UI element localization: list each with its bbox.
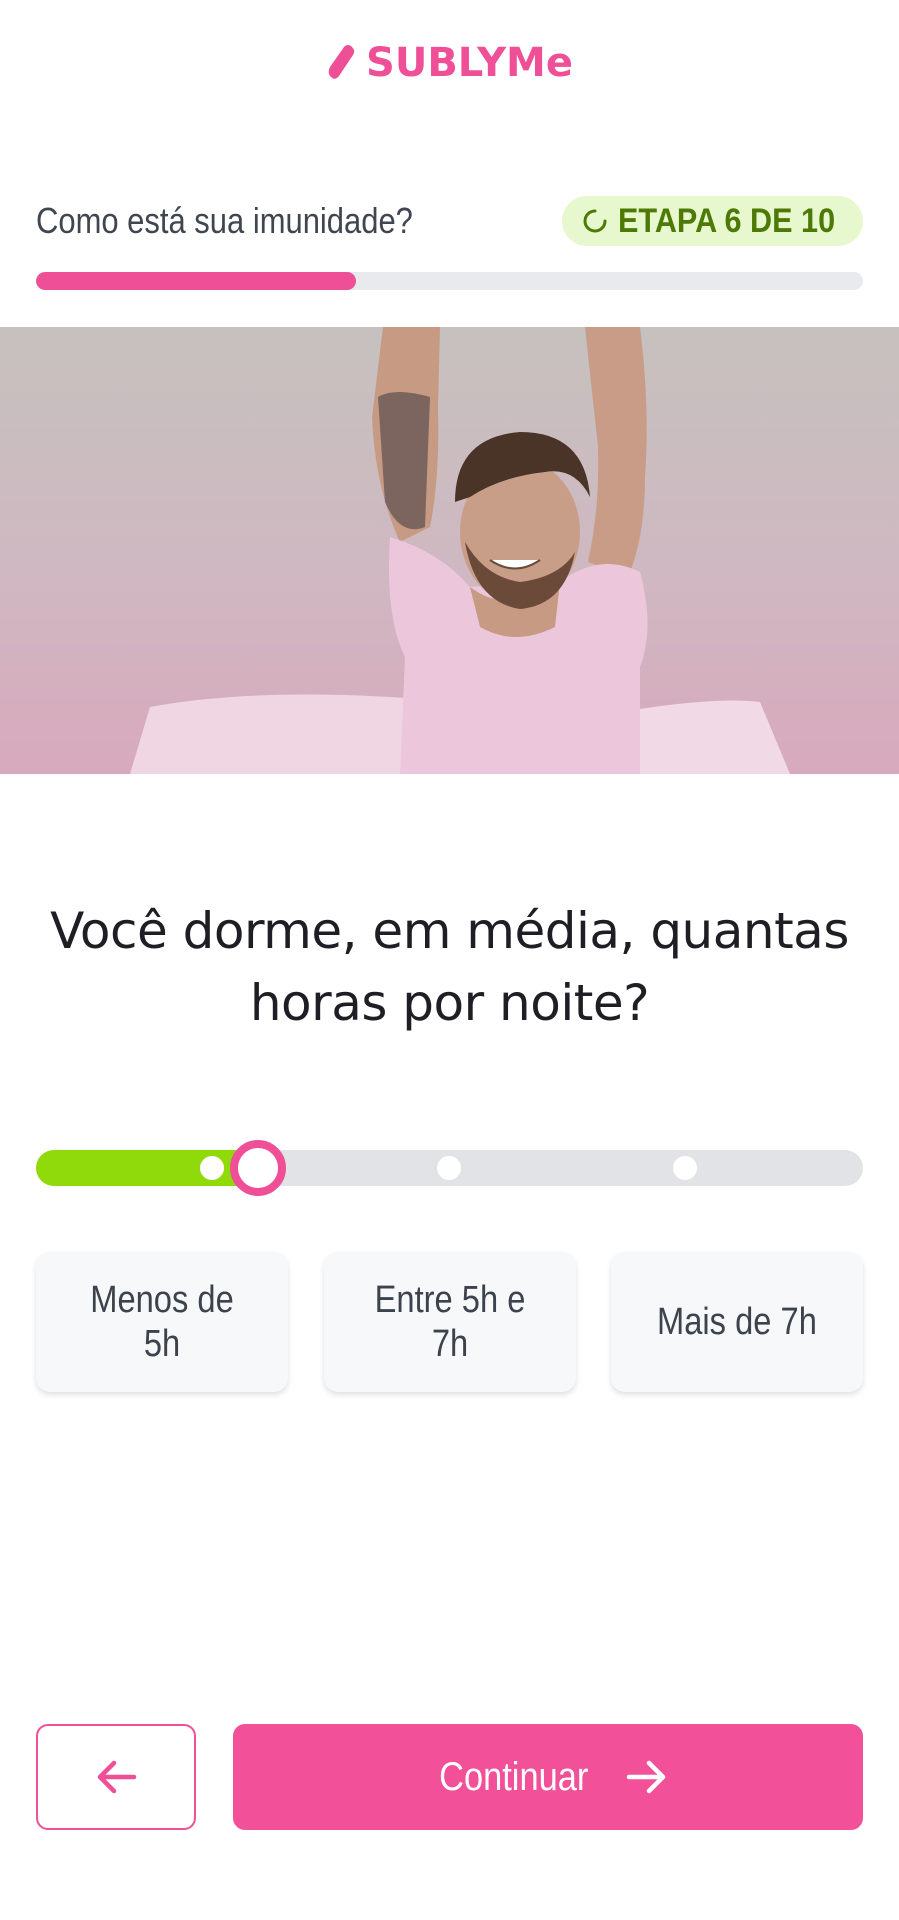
hero-image <box>0 327 899 774</box>
option-less-than-5h[interactable]: Menos de 5h <box>36 1252 288 1392</box>
continue-label: Continuar <box>439 1754 589 1799</box>
step-header: Como está sua imunidade? ETAPA 6 DE 10 <box>36 196 863 246</box>
back-button[interactable] <box>36 1724 196 1830</box>
continue-button[interactable]: Continuar <box>233 1724 863 1830</box>
arrow-right-icon <box>626 1760 665 1794</box>
slider-stop[interactable] <box>437 1156 461 1180</box>
progress-fill <box>36 272 357 290</box>
section-title: Como está sua imunidade? <box>36 200 413 241</box>
hours-slider[interactable] <box>36 1140 863 1196</box>
progress-bar <box>36 272 863 290</box>
slider-stop[interactable] <box>673 1156 697 1180</box>
step-badge-label: ETAPA 6 DE 10 <box>617 201 835 240</box>
quiz-page: SUBLYMe Como está sua imunidade? ETAPA 6… <box>0 0 899 1920</box>
option-more-than-7h[interactable]: Mais de 7h <box>611 1252 863 1392</box>
step-badge: ETAPA 6 DE 10 <box>561 196 863 246</box>
option-label: Mais de 7h <box>657 1301 817 1343</box>
logo-mark-icon <box>328 45 355 79</box>
slider-thumb[interactable] <box>230 1140 286 1196</box>
brand-name: SUBLYMe <box>366 40 573 86</box>
question-title: Você dorme, em média, quantas horas por … <box>50 902 849 1032</box>
loading-icon <box>583 209 607 233</box>
option-5h-to-7h[interactable]: Entre 5h e 7h <box>323 1252 576 1392</box>
answer-options: Menos de 5h Entre 5h e 7h Mais de 7h <box>36 1252 863 1392</box>
arrow-left-icon <box>97 1760 137 1794</box>
brand-logo: SUBLYMe <box>0 40 899 86</box>
option-label: Menos de 5h <box>90 1279 234 1365</box>
option-label: Entre 5h e 7h <box>374 1279 525 1365</box>
slider-stop[interactable] <box>200 1156 224 1180</box>
man-stretching-in-bed-photo <box>130 327 790 774</box>
